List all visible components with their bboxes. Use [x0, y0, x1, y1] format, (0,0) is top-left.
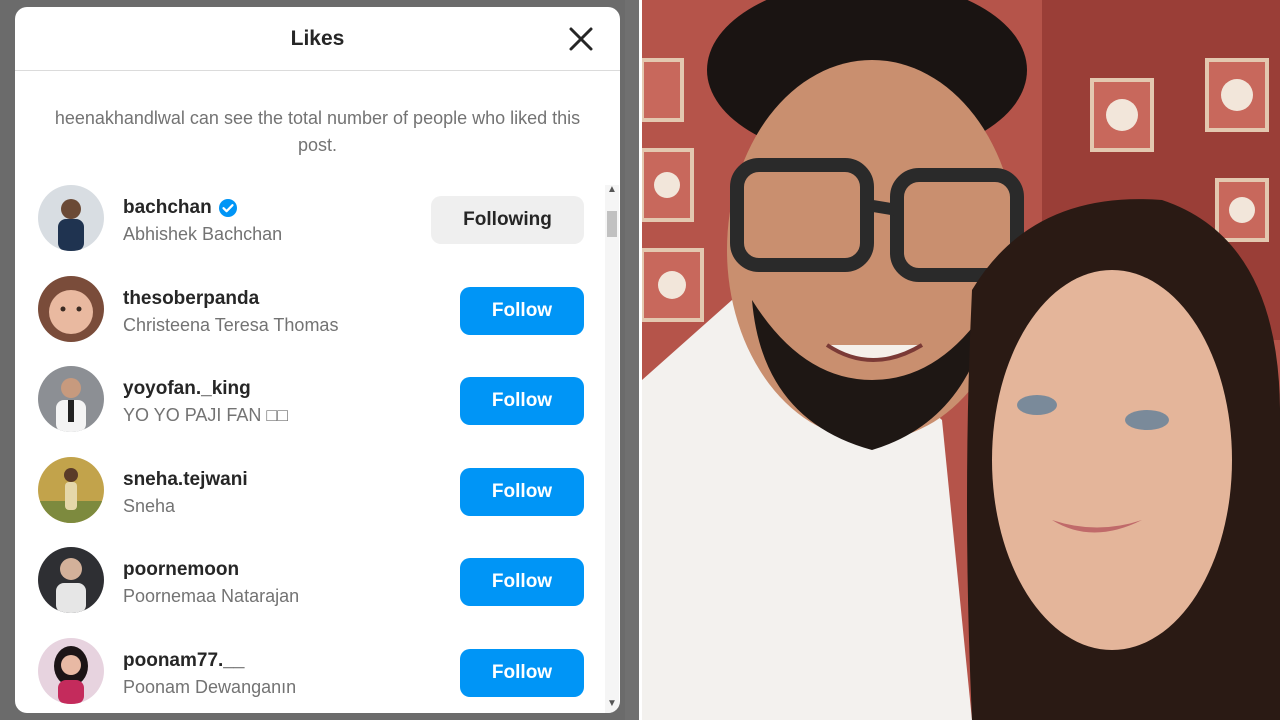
liker-full-name: YO YO PAJI FAN □□ — [123, 405, 289, 426]
likes-modal: Likes heenakhandlwal can see the total n… — [15, 7, 620, 713]
liker-username[interactable]: sneha.tejwani — [123, 469, 248, 491]
liker-full-name: Poonam Dewanganın — [123, 676, 297, 697]
scroll-up-icon[interactable]: ▲ — [607, 185, 617, 195]
liker-username[interactable]: poornemoon — [123, 559, 239, 581]
liker-username[interactable]: poonam77.__ — [123, 650, 244, 672]
liker-username[interactable]: thesoberpanda — [123, 288, 259, 310]
liker-row: sneha.tejwani Sneha Follow — [15, 456, 605, 548]
modal-title: Likes — [290, 26, 345, 50]
liker-full-name: Sneha — [123, 495, 176, 516]
username-text[interactable]: bachchan — [123, 197, 212, 219]
like-count-notice: heenakhandlwal can see the total number … — [54, 108, 581, 155]
liker-username[interactable]: bachchan — [123, 197, 238, 219]
likers-list: bachchan Abhishek Bachchan Following the… — [15, 185, 605, 713]
avatar[interactable] — [38, 275, 104, 342]
liker-full-name: Abhishek Bachchan — [123, 224, 283, 244]
modal-header: Likes — [15, 7, 620, 71]
liker-username[interactable]: yoyofan._king — [123, 378, 251, 400]
liker-row: poornemoon Poornemaa Natarajan Follow — [15, 547, 605, 638]
following-button[interactable]: Following — [431, 196, 584, 244]
follow-button[interactable]: Follow — [460, 467, 584, 516]
verified-badge-icon — [218, 199, 237, 217]
avatar[interactable] — [38, 366, 104, 433]
close-icon — [569, 27, 593, 51]
liker-row: poonam77.__ Poonam Dewanganın Follow — [15, 637, 605, 713]
avatar[interactable] — [38, 456, 104, 523]
background-text-strip — [625, 0, 640, 720]
liker-full-name: Poornemaa Natarajan — [123, 586, 300, 607]
scroll-thumb[interactable] — [607, 211, 617, 237]
avatar[interactable] — [38, 185, 104, 251]
follow-button[interactable]: Follow — [460, 377, 584, 426]
avatar[interactable] — [38, 547, 104, 614]
liker-row: thesoberpanda Christeena Teresa Thomas F… — [15, 275, 605, 367]
close-button[interactable] — [566, 24, 596, 54]
liker-row: yoyofan._king YO YO PAJI FAN □□ Follow — [15, 366, 605, 457]
follow-button[interactable]: Follow — [460, 648, 584, 697]
liker-full-name: Christeena Teresa Thomas — [123, 314, 339, 335]
avatar[interactable] — [38, 637, 104, 704]
follow-button[interactable]: Follow — [460, 558, 584, 607]
liker-row: bachchan Abhishek Bachchan Following — [15, 185, 605, 276]
scroll-down-icon[interactable]: ▼ — [607, 699, 617, 709]
couple-photo — [642, 0, 1280, 720]
list-scrollbar[interactable]: ▲ ▼ — [605, 185, 619, 713]
follow-button[interactable]: Follow — [460, 286, 584, 335]
